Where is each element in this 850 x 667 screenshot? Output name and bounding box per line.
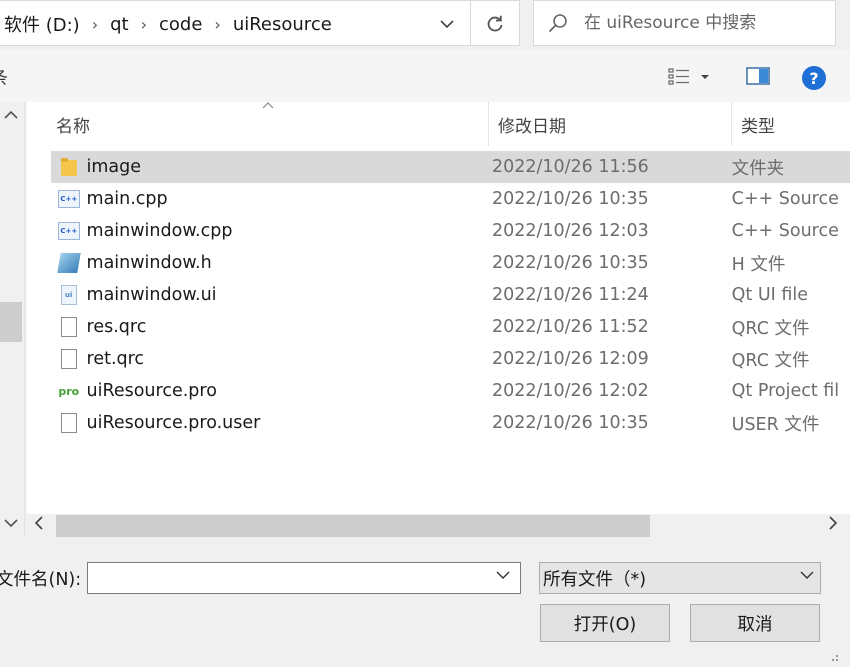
filename-combobox[interactable] — [87, 562, 521, 594]
file-type-dropdown-icon[interactable] — [800, 568, 814, 584]
blank-file-icon — [51, 317, 87, 337]
breadcrumb-separator-icon[interactable]: › — [133, 15, 155, 34]
file-type: C++ Source — [731, 221, 839, 241]
file-modified-date: 2022/10/26 10:35 — [491, 413, 649, 433]
file-name: res.qrc — [86, 317, 147, 337]
breadcrumb-separator-icon[interactable]: › — [206, 15, 228, 34]
ui-file-icon: ui — [51, 285, 87, 305]
breadcrumb-uiresource[interactable]: uiResource — [229, 14, 336, 35]
file-row[interactable]: C++ mainwindow.cpp 2022/10/26 12:03 C++ Sou… — [51, 215, 850, 247]
file-modified-date: 2022/10/26 11:56 — [491, 157, 649, 177]
column-header-type[interactable]: 类型 — [733, 102, 850, 146]
file-row[interactable]: uiResource.pro.user 2022/10/26 10:35 USER … — [51, 407, 850, 439]
horizontal-scrollbar-thumb[interactable] — [56, 515, 650, 537]
scroll-down-icon[interactable] — [4, 516, 18, 532]
file-type: Qt Project fil — [731, 381, 840, 401]
file-modified-date: 2022/10/26 10:35 — [491, 189, 649, 209]
toolbar-truncated-label[interactable]: 条 — [0, 64, 8, 90]
file-row[interactable]: image 2022/10/26 11:56 文件夹 — [51, 151, 850, 183]
navigation-scrollbar-thumb[interactable] — [0, 302, 22, 342]
chevron-down-icon — [440, 20, 454, 29]
file-type: 文件夹 — [731, 158, 785, 179]
caret-down-icon — [701, 75, 709, 79]
file-modified-date: 2022/10/26 11:52 — [491, 317, 649, 337]
column-divider[interactable] — [731, 102, 732, 146]
refresh-icon — [487, 15, 503, 32]
address-divider — [470, 0, 471, 46]
scroll-up-icon[interactable] — [4, 108, 18, 124]
file-type: USER 文件 — [731, 414, 820, 435]
breadcrumb-drive[interactable]: 软件 (D:) — [0, 11, 84, 37]
file-type: QRC 文件 — [731, 350, 810, 371]
file-modified-date: 2022/10/26 10:35 — [491, 253, 649, 273]
pro-file-icon: pro — [58, 384, 80, 398]
scroll-left-icon[interactable] — [34, 516, 44, 534]
cpp-file-icon: C++ — [51, 190, 87, 208]
file-type: QRC 文件 — [731, 318, 810, 339]
blank-file-icon — [51, 413, 87, 433]
file-row[interactable]: mainwindow.h 2022/10/26 10:35 H 文件 — [51, 247, 850, 279]
sort-ascending-icon — [262, 99, 274, 112]
file-type-filter-value: 所有文件（*) — [543, 569, 647, 590]
file-row[interactable]: C++ main.cpp 2022/10/26 10:35 C++ Source — [51, 183, 850, 215]
open-button[interactable]: 打开(O) — [540, 604, 670, 642]
view-mode-button[interactable] — [668, 62, 720, 92]
file-name: ret.qrc — [86, 349, 145, 369]
file-name: image — [86, 157, 142, 177]
file-row[interactable]: ui mainwindow.ui 2022/10/26 11:24 Qt UI fil… — [51, 279, 850, 311]
resize-grip-icon[interactable] — [828, 648, 840, 661]
header-file-icon — [51, 253, 87, 273]
file-row[interactable]: ret.qrc 2022/10/26 12:09 QRC 文件 — [51, 343, 850, 375]
file-row[interactable]: pro uiResource.pro 2022/10/26 12:02 Qt Proj… — [51, 375, 850, 407]
search-input[interactable] — [582, 12, 826, 34]
refresh-button[interactable] — [476, 6, 514, 42]
address-history-dropdown[interactable] — [432, 10, 462, 38]
file-modified-date: 2022/10/26 11:24 — [491, 285, 649, 305]
file-type: H 文件 — [731, 254, 786, 275]
file-modified-date: 2022/10/26 12:03 — [491, 221, 649, 241]
file-name: uiResource.pro — [86, 381, 217, 401]
breadcrumb-separator-icon[interactable]: › — [84, 15, 106, 34]
column-divider[interactable] — [488, 102, 489, 146]
folder-icon — [51, 158, 87, 176]
breadcrumb: 软件 (D:) › qt › code › uiResource — [0, 11, 336, 37]
blank-file-icon — [51, 349, 87, 369]
breadcrumb-code[interactable]: code — [155, 14, 206, 35]
file-type: Qt UI file — [731, 285, 809, 305]
file-name: mainwindow.cpp — [86, 221, 233, 241]
help-icon[interactable]: ? — [802, 66, 826, 90]
cancel-button[interactable]: 取消 — [690, 604, 820, 642]
search-box[interactable] — [533, 0, 836, 46]
file-name: mainwindow.ui — [86, 285, 217, 305]
file-type-filter[interactable]: 所有文件（*) — [539, 562, 821, 594]
file-name: mainwindow.h — [86, 253, 212, 273]
file-modified-date: 2022/10/26 12:02 — [491, 381, 649, 401]
file-name: uiResource.pro.user — [86, 413, 261, 433]
filename-input[interactable] — [94, 563, 478, 593]
filename-label: 文件名(N): — [0, 570, 82, 590]
file-type: C++ Source — [731, 189, 839, 209]
breadcrumb-qt[interactable]: qt — [106, 14, 132, 35]
column-header-date[interactable]: 修改日期 — [490, 102, 732, 146]
toolbar — [0, 50, 850, 102]
details-view-icon — [668, 68, 689, 85]
file-row[interactable]: res.qrc 2022/10/26 11:52 QRC 文件 — [51, 311, 850, 343]
preview-pane-icon — [746, 67, 770, 85]
preview-pane-button[interactable] — [746, 66, 772, 88]
filename-dropdown-icon[interactable] — [496, 568, 510, 584]
scroll-right-icon[interactable] — [828, 516, 838, 534]
cpp-file-icon: C++ — [51, 222, 87, 240]
file-modified-date: 2022/10/26 12:09 — [491, 349, 649, 369]
search-icon — [534, 12, 582, 34]
file-name: main.cpp — [86, 189, 168, 209]
